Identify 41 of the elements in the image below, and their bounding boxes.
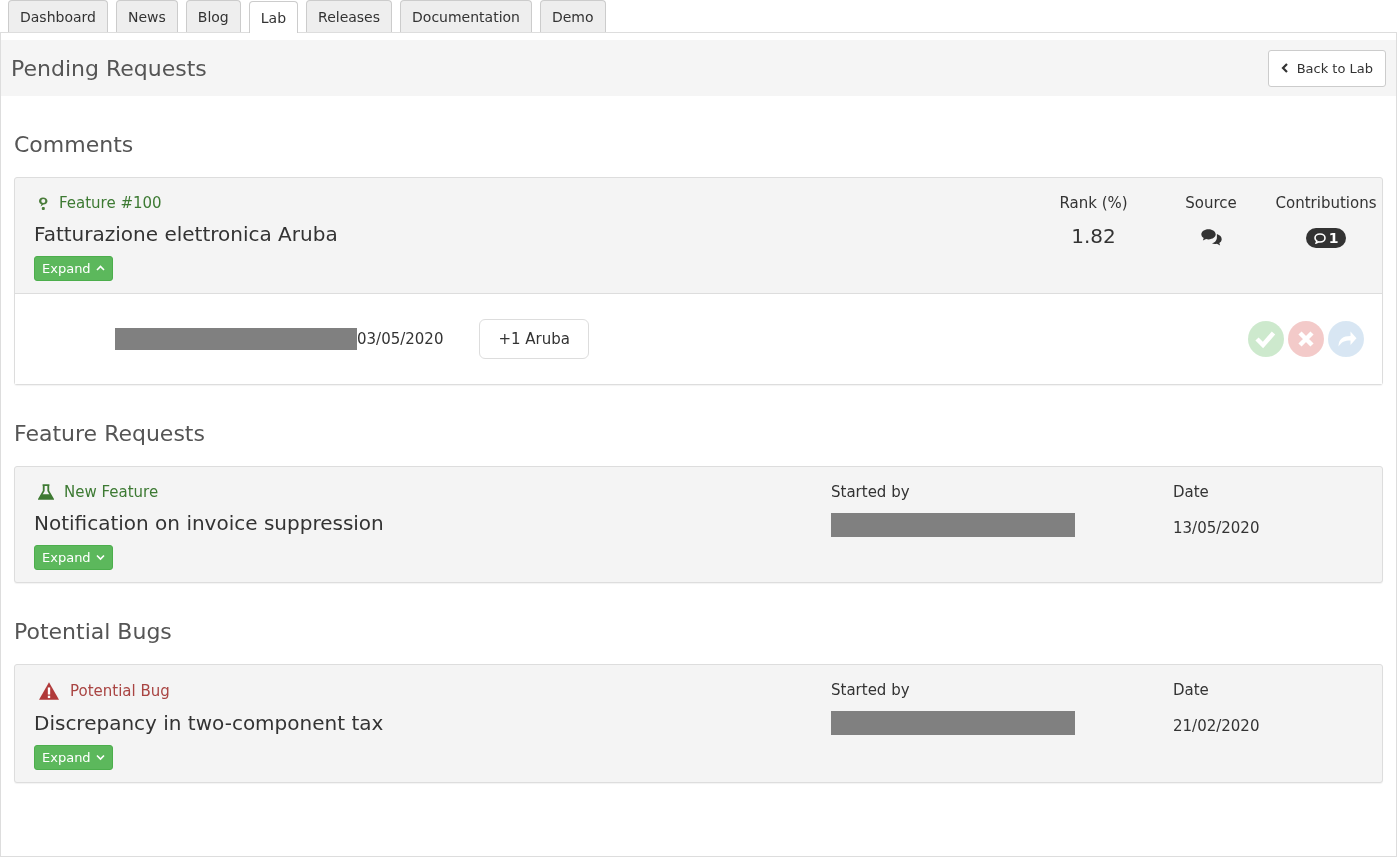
section-heading: Potential Bugs <box>14 619 173 644</box>
caret-icon <box>95 754 105 761</box>
tab[interactable]: Dashboard <box>8 0 108 32</box>
flask-icon <box>38 484 54 500</box>
column-label: Started by <box>831 483 910 501</box>
page-title: Pending Requests <box>11 55 207 81</box>
caret-icon <box>95 265 105 272</box>
tab[interactable]: News <box>115 0 178 32</box>
tab[interactable]: Demo <box>539 0 606 32</box>
column-value: 1.82 <box>1071 224 1116 248</box>
speech-bubble-icon <box>1313 232 1326 244</box>
reject-x-icon <box>1288 321 1324 357</box>
tab[interactable]: Releases <box>306 0 393 32</box>
request-title: Discrepancy in two-component tax <box>34 711 385 735</box>
column-label: Started by <box>831 681 910 699</box>
section-heading: Comments <box>14 132 135 157</box>
column-label: Date <box>1173 681 1209 699</box>
approve-check-icon <box>1248 321 1284 357</box>
comment-bubble: +1 Aruba <box>479 319 589 359</box>
request-title: Fatturazione elettronica Aruba <box>34 222 339 246</box>
section-heading: Feature Requests <box>14 421 206 446</box>
column-label: Contributions <box>1275 194 1377 212</box>
speech-bubbles-icon <box>1199 228 1223 246</box>
warning-icon <box>38 681 60 701</box>
category-label: New Feature <box>64 483 159 501</box>
category-label: Feature #100 <box>59 194 162 212</box>
contributions-count: 1 <box>1328 230 1339 246</box>
column-label: Source <box>1185 194 1237 212</box>
column-value: 21/02/2020 <box>1173 717 1260 735</box>
tab[interactable]: Blog <box>185 0 241 32</box>
tab[interactable]: Documentation <box>400 0 532 32</box>
column-value: 13/05/2020 <box>1173 519 1260 537</box>
caret-icon <box>95 554 105 561</box>
comment-date: 03/05/2020 <box>357 330 444 348</box>
request-title: Notification on invoice suppression <box>34 511 385 535</box>
chevron-left-icon <box>1280 63 1289 73</box>
column-label: Rank (%) <box>1059 194 1128 212</box>
column-label: Date <box>1173 483 1209 501</box>
category-label: Potential Bug <box>70 682 170 700</box>
back-button[interactable]: Back to Lab <box>1267 49 1386 87</box>
tab[interactable]: Lab <box>248 1 299 33</box>
